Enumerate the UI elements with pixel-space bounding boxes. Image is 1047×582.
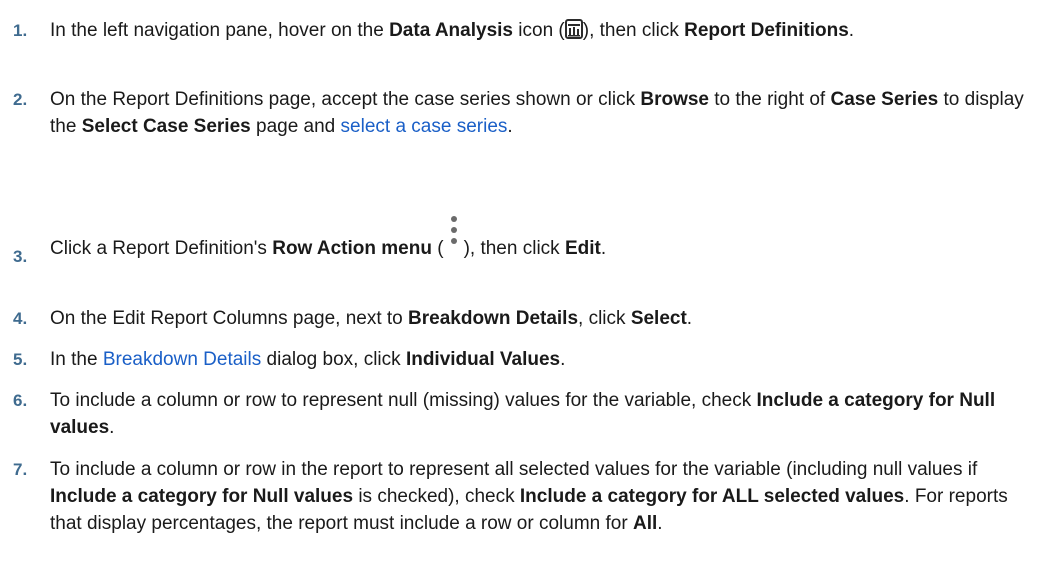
text-run: To include a column or row in the report… [50,459,978,480]
ui-term: Individual Values [405,349,561,370]
text-run: . [507,116,513,137]
text-run: Click a Report Definition's [50,238,273,259]
ui-term: Data Analysis [389,20,513,41]
text-run: . [848,20,855,41]
text-run: On the Report Definitions page, accept t… [50,89,641,110]
select-case-series-link[interactable]: select a case series [341,116,508,137]
ui-term: Case Series [830,89,939,110]
step-text: On the Edit Report Columns page, next to… [50,305,1040,332]
ui-term: Row Action menu [272,238,432,259]
step-text: On the Report Definitions page, accept t… [50,86,1035,140]
text-run: to the right of [709,89,831,110]
text-run: ), then click [582,20,685,41]
text-run: . [600,238,607,259]
ui-term: Browse [640,89,709,110]
ui-term: Select Case Series [81,116,251,137]
text-run: . [560,349,566,370]
data-analysis-icon [564,19,583,39]
step-number: 5. [13,350,28,369]
ui-term: Edit [564,238,601,259]
step-number: 3. [13,247,28,266]
text-run: In the left navigation pane, hover on th… [50,20,390,41]
step-text: In the left navigation pane, hover on th… [50,17,1035,44]
step-text: To include a column or row in the report… [50,456,1010,537]
step-number: 2. [13,90,28,109]
text-run: On the Edit Report Columns page, next to [50,308,409,329]
ui-term: Report Definitions [684,20,849,41]
text-run: icon ( [513,20,565,41]
text-run: ), then click [463,238,565,259]
step-text: In the Breakdown Details dialog box, cli… [50,346,1040,373]
text-run: page and [250,116,341,137]
breakdown-details-link[interactable]: Breakdown Details [103,349,261,370]
ui-term: Select [630,308,687,329]
text-run: To include a column or row to represent … [50,390,757,411]
text-run: . [686,308,693,329]
step-number: 6. [13,391,28,410]
text-run: is checked), check [353,486,520,507]
step-number: 7. [13,460,28,479]
text-run: In the [50,349,103,370]
step-text: Click a Report Definition's Row Action m… [50,210,1040,266]
step-number: 4. [13,309,28,328]
text-run: dialog box, click [261,349,406,370]
text-run: , click [578,308,631,329]
step-number: 1. [13,21,28,40]
ui-term: All [632,513,658,534]
row-action-menu-icon [444,210,464,266]
step-text: To include a column or row to represent … [50,387,1010,441]
ui-term: Include a category for ALL selected valu… [519,486,905,507]
text-run: . [109,417,115,438]
text-run: . [657,513,663,534]
ui-term: Breakdown Details [408,308,579,329]
ui-term: Include a category for Null values [50,486,354,507]
text-run: ( [431,238,444,259]
